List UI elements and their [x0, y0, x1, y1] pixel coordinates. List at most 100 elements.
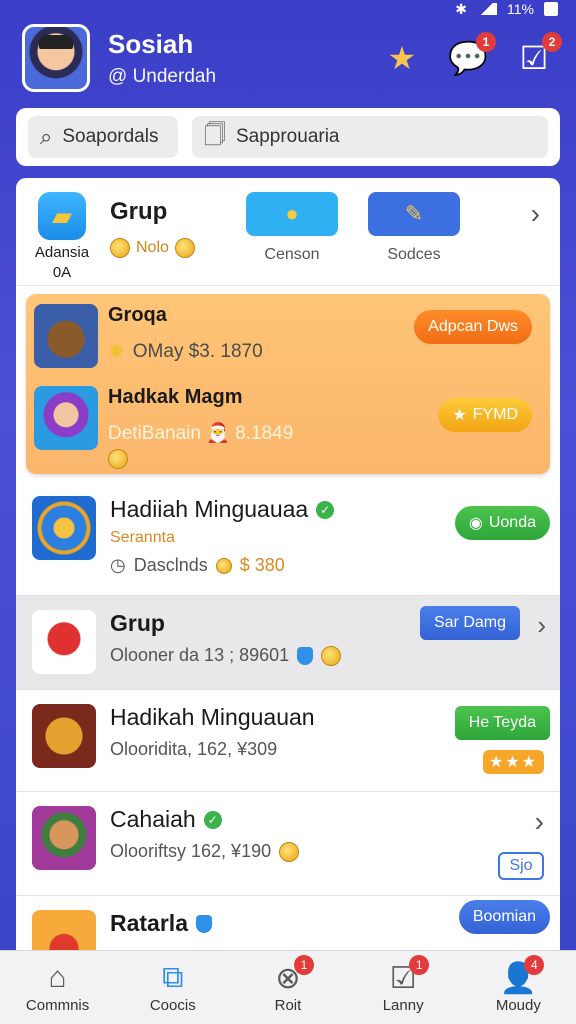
shield-star-game-icon	[32, 496, 96, 560]
list-item-text: Cahaiah ✓ Olooriftsy 162, ¥190	[110, 806, 300, 881]
main-card: ▰ Adansia 0A Grup Nolo ● Censon ✎ Sodces…	[16, 178, 560, 964]
list-item[interactable]: Ratarla Boomian	[16, 896, 560, 964]
verified-check-icon: ✓	[316, 500, 335, 519]
list-item-title: Hadiiah Minguauaa ✓	[110, 496, 335, 523]
list-item-tag-button[interactable]: Sjo	[498, 852, 544, 880]
chat-badge: 1	[476, 32, 496, 52]
home-icon: ⌂	[48, 961, 67, 994]
chevron-right-icon[interactable]: ›	[537, 610, 546, 641]
star-icon: ★	[452, 407, 467, 424]
star-icon[interactable]: ★	[382, 38, 422, 78]
list-item-action-button[interactable]: ◉ Uonda	[454, 506, 550, 540]
profile-header: Sosiah @ Underdah ★ 💬 1 ☑ 2	[22, 22, 562, 94]
tab-label: Commnis	[25, 997, 90, 1014]
featured-title: Hadkak Magm	[108, 386, 243, 408]
avatar[interactable]	[22, 24, 90, 92]
search-input-left[interactable]: ⌕ Soapordals	[28, 116, 178, 158]
search-input-right[interactable]: 🗍 Sapprouaria	[192, 116, 548, 158]
golden-fist-game-icon	[32, 704, 96, 768]
coin-stack-icon	[108, 449, 293, 474]
list-item[interactable]: Hadiiah Minguauaa ✓ Serannta ◷ Dasclnds …	[16, 482, 560, 596]
coin-icon	[174, 238, 195, 258]
pencil-icon: ✎	[368, 192, 460, 236]
group-app-label: Adansia	[34, 244, 90, 261]
shield-icon	[297, 646, 314, 665]
featured-action-button[interactable]: ★ FYMD	[438, 398, 532, 432]
list-item-subtitle: Olooner da 13 ; 89601	[110, 645, 290, 665]
list-item-action-button[interactable]: Boomian	[458, 900, 550, 934]
person-icon: 👤	[499, 962, 538, 995]
rating-stars: ★★★	[482, 750, 544, 774]
globe-icon: ◉	[468, 515, 483, 532]
featured-item-text: Hadkak Magm DetiBanain 🎅 8.1849	[108, 386, 293, 474]
list-item-subtitle-line: Olooner da 13 ; 89601	[110, 645, 342, 666]
list-item-value: $ 380	[239, 555, 285, 575]
list-item-text: Hadiiah Minguauaa ✓ Serannta ◷ Dasclnds …	[110, 496, 335, 581]
group-app[interactable]: ▰ Adansia 0A	[32, 192, 92, 280]
group-title: Grup	[110, 198, 168, 225]
battery-icon	[544, 2, 558, 16]
coin-icon	[279, 841, 300, 862]
search-icon: ⌕	[40, 124, 53, 149]
user-info: Sosiah @ Underdah	[108, 29, 216, 88]
bottom-tab-bar: ⌂ Commnis ⧉ Coocis ⊗ 1 Roit ☑ 1 Lanny 👤 …	[0, 950, 576, 1024]
star-icon: ✸	[108, 341, 125, 363]
list-item-title-text: Cahaiah	[110, 806, 196, 832]
featured-item[interactable]: Groqa ✸ OMay $3. 1870 Adpcan Dws	[34, 304, 542, 368]
list-item-title-text: Ratarla	[110, 910, 188, 936]
featured-card: Groqa ✸ OMay $3. 1870 Adpcan Dws Hadkak …	[26, 294, 550, 474]
featured-subtitle: DetiBanain 🎅 8.1849	[108, 423, 294, 444]
close-circle-icon: ⊗	[275, 962, 301, 995]
featured-item[interactable]: Hadkak Magm DetiBanain 🎅 8.1849 ★ FYMD	[34, 386, 542, 474]
featured-action-label: FYMD	[472, 406, 518, 423]
tab-label: Lanny	[382, 997, 424, 1014]
tasks-badge: 2	[542, 32, 562, 52]
list-item-text: Grup Olooner da 13 ; 89601	[110, 610, 342, 675]
featured-action-button[interactable]: Adpcan Dws	[414, 310, 532, 344]
tab-coocis[interactable]: ⧉ Coocis	[123, 961, 223, 1014]
tab-label: Moudy	[495, 997, 541, 1014]
bag-icon: 🗍	[204, 122, 226, 147]
list-item-title: Grup	[110, 610, 165, 636]
coin-icon	[215, 557, 232, 574]
shield-icon	[195, 914, 212, 933]
tab-roit[interactable]: ⊗ 1 Roit	[238, 955, 338, 1014]
sodces-label: Sodces	[387, 246, 441, 263]
search-right-placeholder: Sapprouaria	[235, 126, 340, 147]
tab-moudy[interactable]: 👤 4 Moudy	[468, 955, 568, 1014]
group-header-row[interactable]: ▰ Adansia 0A Grup Nolo ● Censon ✎ Sodces…	[16, 178, 560, 286]
gold-coin-icon: ●	[246, 192, 338, 236]
tab-commnis[interactable]: ⌂ Commnis	[8, 961, 108, 1014]
list-item[interactable]: Hadikah Minguauan Olooridita, 162, ¥309 …	[16, 690, 560, 792]
search-left-placeholder: Soapordals	[62, 126, 159, 147]
red-gem-game-icon	[32, 610, 96, 674]
list-item-text: Ratarla	[110, 910, 212, 942]
chevron-right-icon[interactable]: ›	[535, 806, 544, 838]
sodces-button[interactable]: ✎ Sodces	[368, 192, 460, 264]
list-item[interactable]: Cahaiah ✓ Olooriftsy 162, ¥190 › Sjo	[16, 792, 560, 896]
goblin-game-icon	[32, 806, 96, 870]
status-bar: ✱ 11%	[455, 0, 558, 18]
featured-item-text: Groqa ✸ OMay $3. 1870	[108, 304, 263, 364]
list-item-subtitle: Dasclnds	[133, 555, 208, 575]
chat-button[interactable]: 💬 1	[448, 32, 496, 78]
user-handle: @ Underdah	[108, 65, 217, 87]
list-item[interactable]: Grup Olooner da 13 ; 89601 Sar Damg ›	[16, 596, 560, 690]
list-item-title: Ratarla	[110, 910, 212, 937]
censon-button[interactable]: ● Censon	[246, 192, 338, 264]
list-item-action-button[interactable]: Sar Damg	[419, 606, 520, 640]
header-actions: ★ 💬 1 ☑ 2	[382, 32, 562, 78]
chevron-right-icon[interactable]: ›	[531, 198, 540, 230]
group-app-sublabel: 0A	[52, 264, 72, 281]
group-title-block: Grup Nolo	[110, 192, 195, 258]
featured-subtitle-line: ✸ OMay $3. 1870	[108, 339, 263, 364]
barbarian-game-icon	[34, 304, 98, 368]
signal-icon	[477, 3, 498, 15]
list-item-action-button[interactable]: He Teyda	[454, 706, 550, 740]
search-card: ⌕ Soapordals 🗍 Sapprouaria	[16, 108, 560, 166]
user-name: Sosiah	[108, 28, 194, 59]
group-buttons: ● Censon ✎ Sodces	[246, 192, 460, 264]
tasks-button[interactable]: ☑ 2	[514, 32, 562, 78]
tab-lanny[interactable]: ☑ 1 Lanny	[353, 955, 453, 1014]
link-icon: ⧉	[162, 961, 184, 994]
